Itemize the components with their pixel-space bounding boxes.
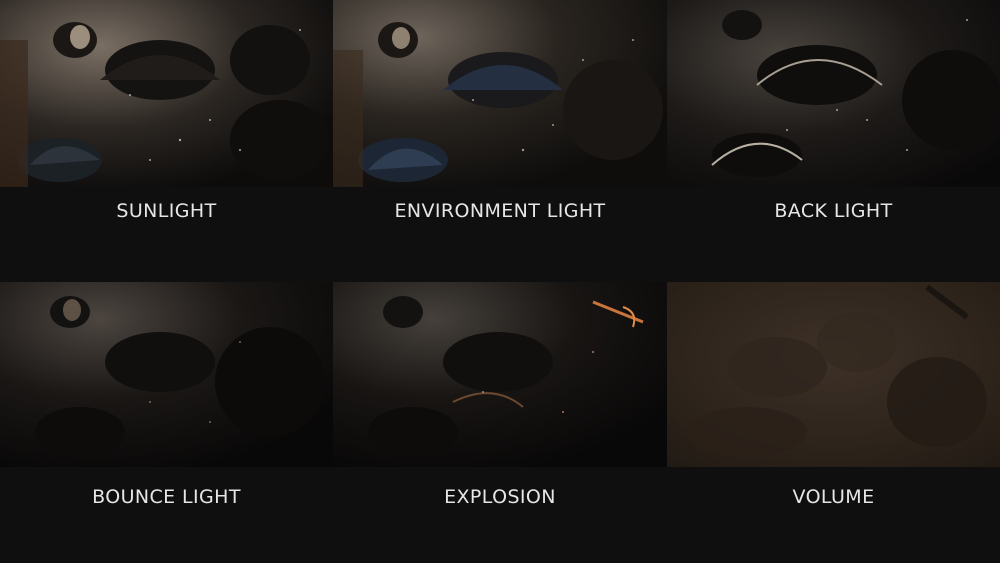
render-image-sunlight <box>0 0 333 187</box>
panel-explosion: EXPLOSION <box>333 282 667 563</box>
panel-bounce-light: BOUNCE LIGHT <box>0 282 333 563</box>
render-image-environment-light <box>333 0 667 187</box>
render-image-volume <box>667 282 1000 467</box>
render-image-bounce-light <box>0 282 333 467</box>
pass-label-sunlight: SUNLIGHT <box>116 200 217 222</box>
render-pass-grid: SUNLIGHT ENVIRONMENT LIGHT BACK LIGHT BO… <box>0 0 1000 563</box>
panel-sunlight: SUNLIGHT <box>0 0 333 282</box>
render-image-explosion <box>333 282 667 467</box>
pass-label-explosion: EXPLOSION <box>444 486 556 508</box>
panel-environment-light: ENVIRONMENT LIGHT <box>333 0 667 282</box>
pass-label-environment-light: ENVIRONMENT LIGHT <box>394 200 606 222</box>
pass-label-back-light: BACK LIGHT <box>774 200 893 222</box>
panel-back-light: BACK LIGHT <box>667 0 1000 282</box>
render-image-back-light <box>667 0 1000 187</box>
pass-label-bounce-light: BOUNCE LIGHT <box>92 486 241 508</box>
pass-label-volume: VOLUME <box>792 486 875 508</box>
panel-volume: VOLUME <box>667 282 1000 563</box>
